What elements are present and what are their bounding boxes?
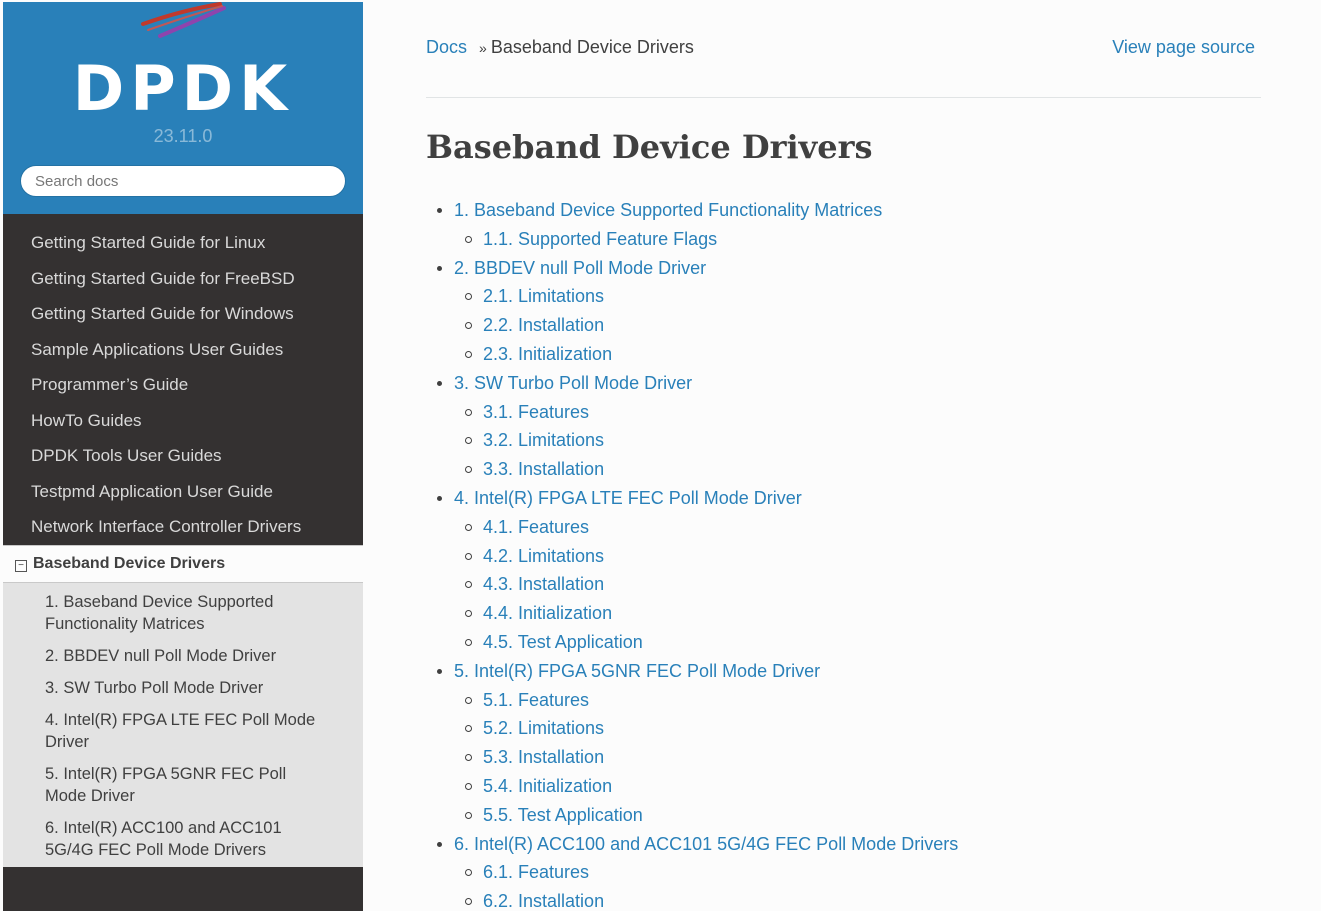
toc-sublink[interactable]: 6.1. Features — [483, 862, 589, 882]
toc-sublink[interactable]: 5.2. Limitations — [483, 718, 604, 738]
sidebar-footer — [3, 873, 363, 911]
logo-link[interactable]: DPDK — [3, 52, 363, 125]
toc-subitem: 2.2. Installation — [454, 311, 1261, 340]
breadcrumb-separator: » — [479, 40, 487, 56]
toc-sublink[interactable]: 4.3. Installation — [483, 574, 604, 594]
toc-sublink[interactable]: 4.4. Initialization — [483, 603, 612, 623]
sidebar-item-nic-drivers[interactable]: Network Interface Controller Drivers — [3, 509, 363, 545]
toc-sublink[interactable]: 2.3. Initialization — [483, 344, 612, 364]
sidebar-item-linux-guide[interactable]: Getting Started Guide for Linux — [3, 225, 363, 261]
view-page-source-link[interactable]: View page source — [1112, 37, 1255, 58]
toc-sublist: 3.1. Features 3.2. Limitations 3.3. Instal… — [454, 398, 1261, 484]
sidebar-current-label: Baseband Device Drivers — [33, 554, 226, 572]
breadcrumb: Docs » Baseband Device Drivers View page s… — [426, 37, 1261, 58]
toc-sublist: 4.1. Features 4.2. Limitations 4.3. Instal… — [454, 513, 1261, 657]
toc-subitem: 2.3. Initialization — [454, 340, 1261, 369]
toc-subitem: 3.3. Installation — [454, 455, 1261, 484]
toc-subitem: 4.2. Limitations — [454, 542, 1261, 571]
toc-subitem: 1.1. Supported Feature Flags — [454, 225, 1261, 254]
toc-subitem: 4.5. Test Application — [454, 628, 1261, 657]
toc-subitem: 5.4. Initialization — [454, 772, 1261, 801]
toc-sublink[interactable]: 2.2. Installation — [483, 315, 604, 335]
toc-link[interactable]: 1. Baseband Device Supported Functionali… — [454, 200, 882, 220]
toc-sublist: 5.1. Features 5.2. Limitations 5.3. Instal… — [454, 686, 1261, 830]
sidebar-subitem[interactable]: 6. Intel(R) ACC100 and ACC101 5G/4G FEC … — [3, 813, 363, 867]
sidebar-subnav: 1. Baseband Device Supported Functionali… — [3, 582, 363, 867]
sidebar-subitem[interactable]: 2. BBDEV null Poll Mode Driver — [3, 641, 363, 673]
toc-subitem: 2.1. Limitations — [454, 282, 1261, 311]
toc-subitem: 3.1. Features — [454, 398, 1261, 427]
sidebar-subitem[interactable]: 4. Intel(R) FPGA LTE FEC Poll Mode Drive… — [3, 705, 363, 759]
page: DPDK 23.11.0 Getting Started Guide for L… — [0, 0, 1321, 911]
sidebar-subitem[interactable]: 3. SW Turbo Poll Mode Driver — [3, 673, 363, 705]
toc-subitem: 6.2. Installation — [454, 887, 1261, 911]
sidebar-item-freebsd-guide[interactable]: Getting Started Guide for FreeBSD — [3, 261, 363, 297]
toc-subitem: 5.5. Test Application — [454, 801, 1261, 830]
sidebar-item-baseband-drivers[interactable]: − Baseband Device Drivers — [3, 544, 363, 583]
toc-sublink[interactable]: 4.1. Features — [483, 517, 589, 537]
toc-sublink[interactable]: 2.1. Limitations — [483, 286, 604, 306]
logo-swoosh-icon — [141, 2, 226, 38]
header-divider — [426, 97, 1261, 98]
toc-sublist: 6.1. Features 6.2. Installation — [454, 858, 1261, 911]
version-label: 23.11.0 — [153, 126, 213, 146]
sidebar-subitem[interactable]: 1. Baseband Device Supported Functionali… — [3, 587, 363, 641]
toc-item: 2. BBDEV null Poll Mode Driver 2.1. Limit… — [426, 254, 1261, 369]
toc-subitem: 5.2. Limitations — [454, 714, 1261, 743]
toc-subitem: 5.1. Features — [454, 686, 1261, 715]
toc-sublist: 2.1. Limitations 2.2. Installation 2.3. In… — [454, 282, 1261, 368]
sidebar-item-howto-guides[interactable]: HowTo Guides — [3, 403, 363, 439]
toc-link[interactable]: 6. Intel(R) ACC100 and ACC101 5G/4G FEC … — [454, 834, 958, 854]
sidebar-item-tools-guides[interactable]: DPDK Tools User Guides — [3, 438, 363, 474]
toc-subitem: 4.4. Initialization — [454, 599, 1261, 628]
toc-item: 3. SW Turbo Poll Mode Driver 3.1. Feature… — [426, 369, 1261, 484]
toc-link[interactable]: 4. Intel(R) FPGA LTE FEC Poll Mode Drive… — [454, 488, 802, 508]
toc-link[interactable]: 5. Intel(R) FPGA 5GNR FEC Poll Mode Driv… — [454, 661, 820, 681]
sidebar: DPDK 23.11.0 Getting Started Guide for L… — [3, 2, 363, 911]
toc-subitem: 6.1. Features — [454, 858, 1261, 887]
sidebar-subitem[interactable]: 5. Intel(R) FPGA 5GNR FEC Poll Mode Driv… — [3, 759, 363, 813]
sidebar-item-windows-guide[interactable]: Getting Started Guide for Windows — [3, 296, 363, 332]
breadcrumb-docs-link[interactable]: Docs — [426, 37, 467, 57]
toc-sublist: 1.1. Supported Feature Flags — [454, 225, 1261, 254]
toc-sublink[interactable]: 5.4. Initialization — [483, 776, 612, 796]
toc-item: 1. Baseband Device Supported Functionali… — [426, 196, 1261, 254]
toc-sublink[interactable]: 3.1. Features — [483, 402, 589, 422]
toc-link[interactable]: 3. SW Turbo Poll Mode Driver — [454, 373, 692, 393]
toc-sublink[interactable]: 6.2. Installation — [483, 891, 604, 911]
sidebar-item-sample-apps[interactable]: Sample Applications User Guides — [3, 332, 363, 368]
toc-sublink[interactable]: 5.3. Installation — [483, 747, 604, 767]
sidebar-brand: DPDK 23.11.0 — [3, 2, 363, 214]
toc-item: 5. Intel(R) FPGA 5GNR FEC Poll Mode Driv… — [426, 657, 1261, 830]
toc-subitem: 5.3. Installation — [454, 743, 1261, 772]
toc-item: 6. Intel(R) ACC100 and ACC101 5G/4G FEC … — [426, 830, 1261, 911]
toc-sublink[interactable]: 5.1. Features — [483, 690, 589, 710]
toc-sublink[interactable]: 5.5. Test Application — [483, 805, 643, 825]
sidebar-nav: Getting Started Guide for Linux Getting … — [3, 214, 363, 583]
toc-subitem: 4.3. Installation — [454, 570, 1261, 599]
toc-subitem: 4.1. Features — [454, 513, 1261, 542]
toc-sublink[interactable]: 1.1. Supported Feature Flags — [483, 229, 717, 249]
sidebar-item-programmers-guide[interactable]: Programmer’s Guide — [3, 367, 363, 403]
toc-sublink[interactable]: 4.2. Limitations — [483, 546, 604, 566]
breadcrumb-current: Baseband Device Drivers — [490, 37, 694, 57]
toc-list: 1. Baseband Device Supported Functionali… — [426, 196, 1261, 911]
toc-sublink[interactable]: 3.2. Limitations — [483, 430, 604, 450]
toc-sublink[interactable]: 3.3. Installation — [483, 459, 604, 479]
page-title: Baseband Device Drivers — [426, 128, 873, 166]
toc-item: 4. Intel(R) FPGA LTE FEC Poll Mode Drive… — [426, 484, 1261, 657]
collapse-toggle-icon[interactable]: − — [15, 559, 27, 572]
search-input[interactable] — [20, 165, 346, 197]
toc-link[interactable]: 2. BBDEV null Poll Mode Driver — [454, 258, 706, 278]
toc-subitem: 3.2. Limitations — [454, 426, 1261, 455]
toc-sublink[interactable]: 4.5. Test Application — [483, 632, 643, 652]
sidebar-item-testpmd-guide[interactable]: Testpmd Application User Guide — [3, 474, 363, 510]
